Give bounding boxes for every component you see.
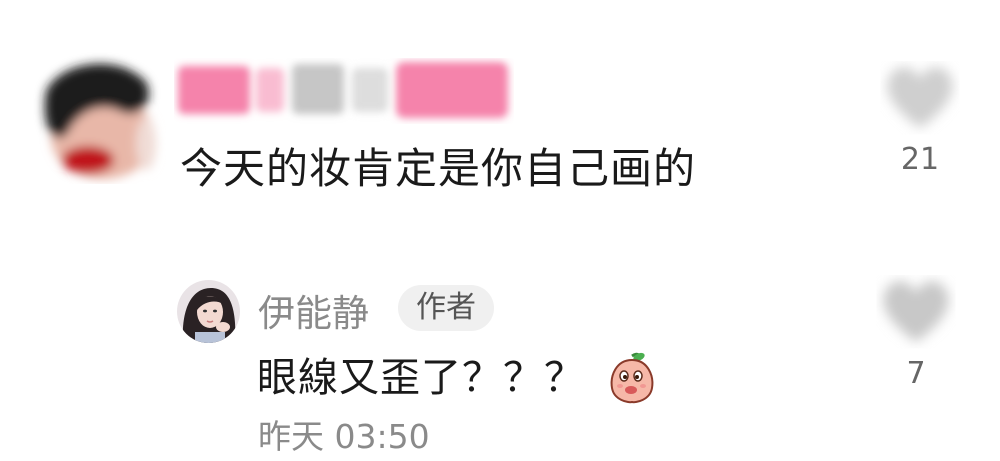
- commenter-name-redacted[interactable]: [174, 58, 514, 124]
- reply-author-avatar[interactable]: [177, 280, 240, 343]
- peach-sticker-icon: [610, 352, 654, 404]
- author-badge: 作者: [398, 285, 494, 331]
- reply-author-name[interactable]: 伊能静: [258, 283, 369, 337]
- heart-icon[interactable]: [872, 48, 968, 144]
- reply-text: 眼線又歪了？？？: [257, 355, 585, 401]
- commenter-avatar-redacted[interactable]: [28, 52, 166, 184]
- reply-like-button[interactable]: 7: [868, 262, 964, 391]
- heart-icon[interactable]: [868, 262, 964, 358]
- like-count: 7: [906, 356, 926, 391]
- comment-text: 今天的妆肯定是你自己画的: [180, 144, 697, 193]
- like-count: 21: [900, 142, 940, 177]
- reply-timestamp: 昨天 03:50: [258, 417, 430, 456]
- comment-like-button[interactable]: 21: [872, 48, 968, 177]
